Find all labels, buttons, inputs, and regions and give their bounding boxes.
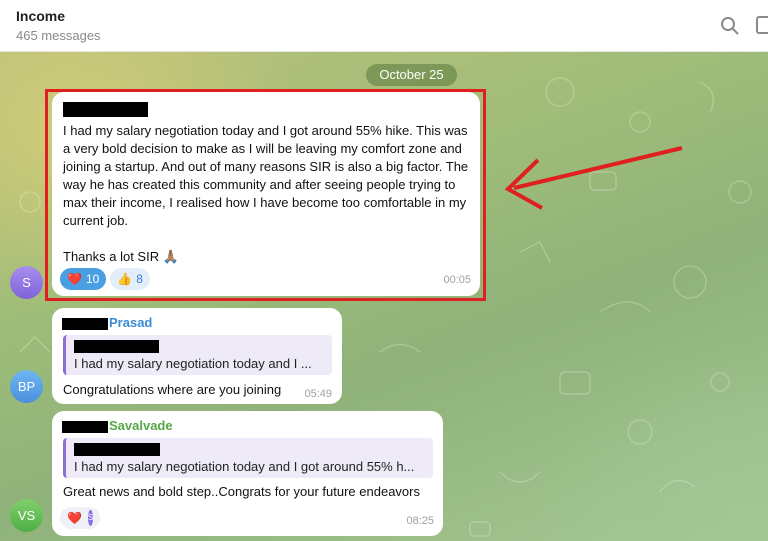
- avatar[interactable]: VS: [10, 499, 43, 532]
- reply-quote[interactable]: I had my salary negotiation today and I …: [63, 335, 332, 375]
- redacted-quote-sender: [74, 340, 159, 353]
- reply-quote[interactable]: I had my salary negotiation today and I …: [63, 438, 433, 478]
- sender-name[interactable]: Savalvade: [109, 417, 173, 435]
- reactor-avatar: S: [87, 510, 94, 526]
- message-text: Great news and bold step..Congrats for y…: [63, 484, 420, 499]
- chat-area[interactable]: October 25 S I had my salary negotiation…: [0, 52, 768, 541]
- heart-icon: ❤️: [67, 272, 82, 286]
- message-count: 465 messages: [16, 28, 101, 43]
- redacted-sender-name: [63, 102, 148, 117]
- message-time: 05:49: [304, 388, 332, 400]
- thumbs-up-icon: 👍: [117, 272, 133, 286]
- chat-header: Income 465 messages: [0, 0, 768, 52]
- message-time: 00:05: [443, 274, 471, 286]
- reaction-heart[interactable]: ❤️ S: [60, 507, 100, 529]
- message-bubble[interactable]: I had my salary negotiation today and I …: [52, 92, 480, 296]
- quote-text: I had my salary negotiation today and I …: [74, 356, 312, 371]
- reactions-bar: ❤️ S: [60, 507, 100, 529]
- sender-name[interactable]: Prasad: [109, 314, 152, 332]
- reaction-thumbs-up[interactable]: 👍 8: [110, 268, 150, 290]
- message-text: Congratulations where are you joining: [63, 382, 282, 397]
- reactions-bar: ❤️ 10 👍 8: [60, 268, 150, 290]
- message-time: 08:25: [406, 515, 434, 527]
- reaction-count: 8: [136, 272, 143, 286]
- search-icon[interactable]: [720, 16, 740, 36]
- redacted-sender-name: [62, 318, 108, 330]
- redacted-sender-name: [62, 421, 108, 433]
- message-bubble[interactable]: Prasad I had my salary negotiation today…: [52, 308, 342, 404]
- quote-text: I had my salary negotiation today and I …: [74, 459, 415, 474]
- avatar[interactable]: BP: [10, 370, 43, 403]
- annotation-arrow: [504, 146, 683, 210]
- date-separator: October 25: [366, 64, 457, 86]
- avatar[interactable]: S: [10, 266, 43, 299]
- message-text: I had my salary negotiation today and I …: [63, 123, 469, 264]
- redacted-quote-sender: [74, 443, 160, 456]
- heart-icon: ❤️: [67, 511, 82, 525]
- reaction-count: 10: [85, 272, 100, 286]
- reaction-heart[interactable]: ❤️ 10: [60, 268, 107, 290]
- panel-icon[interactable]: [756, 16, 768, 34]
- message-bubble[interactable]: Savalvade I had my salary negotiation to…: [52, 411, 443, 536]
- chat-title[interactable]: Income: [16, 8, 65, 24]
